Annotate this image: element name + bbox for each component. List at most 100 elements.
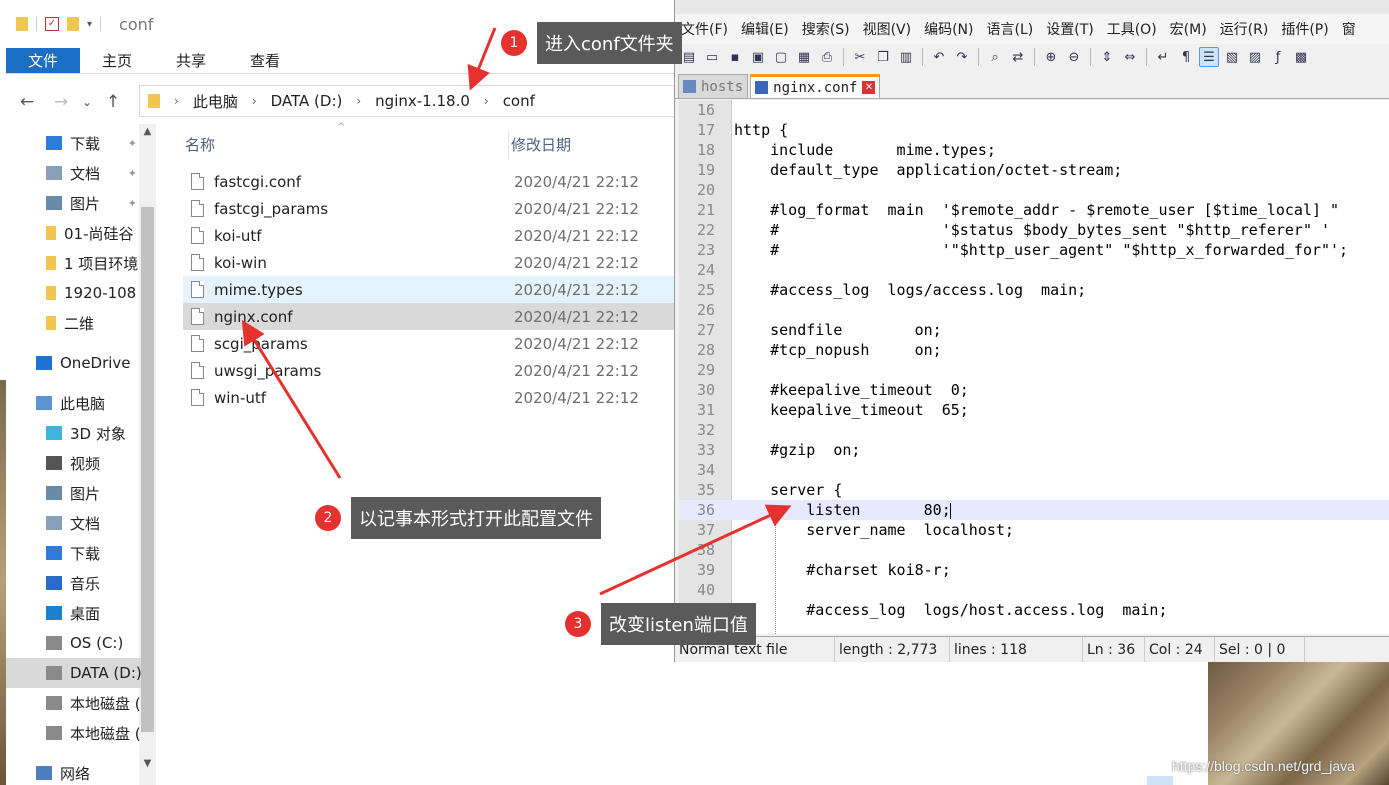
code-editor[interactable]: 16 17 http {18 include mime.types; 19 defau… <box>679 100 1389 634</box>
file-row[interactable]: win-utf 2020/4/21 22:12 <box>183 384 676 411</box>
breadcrumb-item[interactable]: nginx-1.18.0 <box>375 92 470 110</box>
code-line[interactable]: 25 #access_log logs/access.log main; <box>679 280 1389 300</box>
nav-item[interactable]: 图片 <box>6 478 141 508</box>
doc-map-icon[interactable]: ▨ <box>1245 47 1265 67</box>
function-list-icon[interactable]: ƒ <box>1268 47 1288 67</box>
close-file-icon[interactable]: ▢ <box>771 47 791 67</box>
code-line[interactable]: 24 <box>679 260 1389 280</box>
lang-define-icon[interactable]: ▧ <box>1222 47 1242 67</box>
code-line[interactable]: 36 listen 80; <box>679 500 1389 520</box>
nav-item[interactable]: 二维 <box>6 308 141 338</box>
undo-icon[interactable]: ↶ <box>929 47 949 67</box>
menu-item[interactable]: 语言(L) <box>987 19 1034 39</box>
file-row[interactable]: uwsgi_params 2020/4/21 22:12 <box>183 357 676 384</box>
save-all-icon[interactable]: ▣ <box>748 47 768 67</box>
code-line[interactable]: 29 <box>679 360 1389 380</box>
menu-item[interactable]: 插件(P) <box>1281 19 1328 39</box>
code-line[interactable]: 41 #access_log logs/host.access.log main… <box>679 600 1389 620</box>
new-file-icon[interactable]: ▤ <box>679 47 699 67</box>
menu-item[interactable]: 视图(V) <box>863 19 912 39</box>
scroll-down-icon[interactable]: ▼ <box>139 758 156 769</box>
recent-dropdown-icon[interactable]: ⌄ <box>74 95 100 109</box>
nav-item[interactable]: 网络 <box>6 758 141 785</box>
file-row[interactable]: fastcgi.conf 2020/4/21 22:12 <box>183 168 676 195</box>
nav-item[interactable]: 视频 <box>6 448 141 478</box>
code-line[interactable]: 39 #charset koi8-r; <box>679 560 1389 580</box>
code-line[interactable]: 40 <box>679 580 1389 600</box>
ribbon-tab[interactable]: 文件 <box>6 48 81 73</box>
new-folder-icon[interactable] <box>67 17 79 31</box>
menu-item[interactable]: 窗 <box>1342 19 1356 39</box>
forward-arrow-icon[interactable]: → <box>48 92 74 112</box>
code-line[interactable]: 27 sendfile on; <box>679 320 1389 340</box>
scroll-up-icon[interactable]: ▲ <box>139 126 156 137</box>
column-header-date[interactable]: 修改日期 <box>511 124 571 164</box>
menu-item[interactable]: 宏(M) <box>1170 19 1207 39</box>
redo-icon[interactable]: ↷ <box>952 47 972 67</box>
copy-icon[interactable]: ❐ <box>873 47 893 67</box>
code-line[interactable]: 26 <box>679 300 1389 320</box>
print-icon[interactable]: ⎙ <box>817 47 837 67</box>
document-tab[interactable]: hosts <box>678 74 749 98</box>
code-line[interactable]: 23 # '"$http_user_agent" "$http_x_forwar… <box>679 240 1389 260</box>
code-line[interactable]: 38 <box>679 540 1389 560</box>
ribbon-tab[interactable]: 主页 <box>80 48 154 73</box>
open-file-icon[interactable]: ▭ <box>702 47 722 67</box>
pin-icon[interactable]: ✦ <box>128 167 137 180</box>
word-wrap-icon[interactable]: ↵ <box>1153 47 1173 67</box>
file-row[interactable]: fastcgi_params 2020/4/21 22:12 <box>183 195 676 222</box>
code-line[interactable]: 30 #keepalive_timeout 0; <box>679 380 1389 400</box>
back-arrow-icon[interactable]: ← <box>14 92 40 112</box>
close-tab-icon[interactable]: ✕ <box>862 81 876 94</box>
document-tab[interactable]: nginx.conf ✕ <box>750 74 881 98</box>
zoom-out-icon[interactable]: ⊖ <box>1064 47 1084 67</box>
properties-check-icon[interactable]: ✓ <box>45 17 59 31</box>
breadcrumb-item[interactable]: conf <box>503 92 535 110</box>
nav-item[interactable]: OS (C:) <box>6 628 141 658</box>
nav-item[interactable]: 3D 对象 <box>6 418 141 448</box>
nav-item[interactable]: 图片 ✦ <box>6 188 141 218</box>
close-all-icon[interactable]: ▦ <box>794 47 814 67</box>
address-box[interactable]: › 此电脑 › DATA (D:) › nginx-1.18.0 › conf <box>139 85 676 117</box>
nav-item[interactable]: 此电脑 <box>6 388 141 418</box>
file-row[interactable]: mime.types 2020/4/21 22:12 <box>183 276 676 303</box>
menu-item[interactable]: 文件(F) <box>681 19 728 39</box>
code-line[interactable]: 33 #gzip on; <box>679 440 1389 460</box>
scrollbar-thumb[interactable] <box>141 207 154 732</box>
nav-item[interactable]: 桌面 <box>6 598 141 628</box>
nav-item[interactable]: 文档 ✦ <box>6 158 141 188</box>
code-line[interactable]: 21 #log_format main '$remote_addr - $rem… <box>679 200 1389 220</box>
nav-item[interactable]: 音乐 <box>6 568 141 598</box>
nav-item[interactable]: 1 项目环境 <box>6 248 141 278</box>
code-line[interactable]: 35 server { <box>679 480 1389 500</box>
nav-item[interactable]: 下载 ✦ <box>6 128 141 158</box>
file-row[interactable]: koi-win 2020/4/21 22:12 <box>183 249 676 276</box>
paste-icon[interactable]: ▥ <box>896 47 916 67</box>
nav-item[interactable]: 本地磁盘 ( <box>6 718 141 748</box>
chevron-right-icon[interactable]: › <box>174 94 179 108</box>
show-all-chars-icon[interactable]: ¶ <box>1176 47 1196 67</box>
code-line[interactable]: 32 <box>679 420 1389 440</box>
column-divider[interactable] <box>508 130 509 160</box>
code-line[interactable]: 16 <box>679 100 1389 120</box>
breadcrumb-item[interactable]: 此电脑 <box>193 91 238 112</box>
nav-item[interactable]: 1920-108 <box>6 278 141 308</box>
cut-icon[interactable]: ✂ <box>850 47 870 67</box>
nav-item[interactable]: 文档 <box>6 508 141 538</box>
menu-item[interactable]: 编码(N) <box>924 19 973 39</box>
menu-item[interactable]: 设置(T) <box>1046 19 1093 39</box>
menu-item[interactable]: 运行(R) <box>1220 19 1269 39</box>
code-line[interactable]: 28 #tcp_nopush on; <box>679 340 1389 360</box>
replace-icon[interactable]: ⇄ <box>1008 47 1028 67</box>
up-arrow-icon[interactable]: ↑ <box>100 92 126 112</box>
menu-item[interactable]: 编辑(E) <box>741 19 789 39</box>
file-row[interactable]: koi-utf 2020/4/21 22:12 <box>183 222 676 249</box>
nav-item[interactable]: 本地磁盘 ( <box>6 688 141 718</box>
file-row[interactable]: nginx.conf 2020/4/21 22:12 <box>183 303 676 330</box>
indent-guide-icon[interactable]: ☰ <box>1199 47 1219 67</box>
menu-item[interactable]: 搜索(S) <box>802 19 850 39</box>
chevron-right-icon[interactable]: › <box>252 94 257 108</box>
column-header-name[interactable]: 名称 <box>185 124 215 164</box>
find-icon[interactable]: ⌕ <box>985 47 1005 67</box>
sync-horizontal-icon[interactable]: ⇔ <box>1120 47 1140 67</box>
